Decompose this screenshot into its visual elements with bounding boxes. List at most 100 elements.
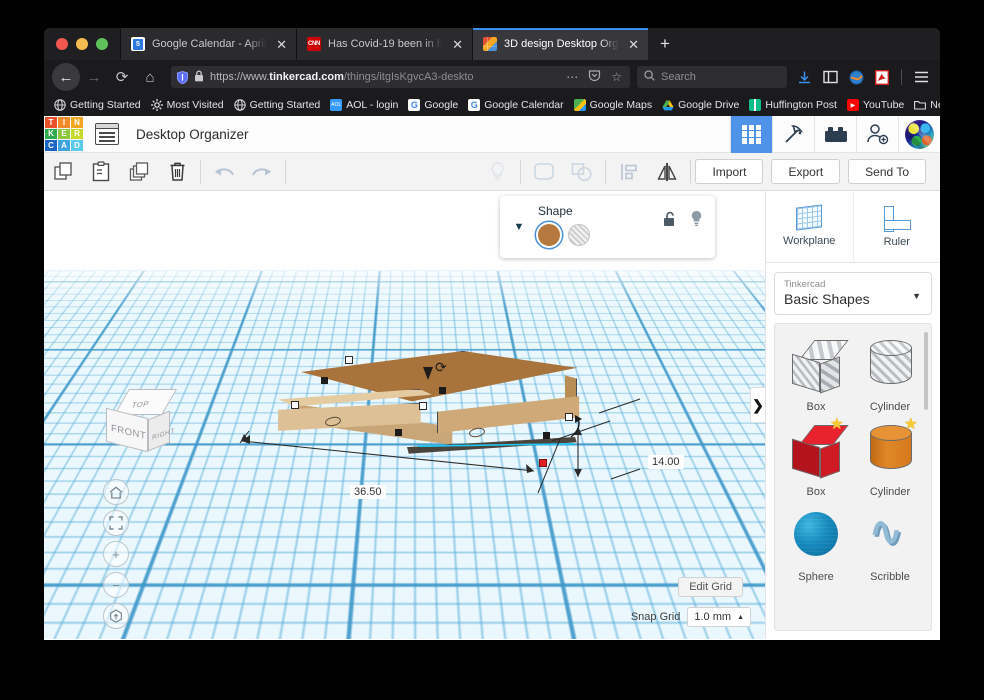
view-orientation-cube[interactable]: TOP FRONT RIGHT (106, 389, 178, 453)
ungroup-icon[interactable] (563, 153, 601, 191)
bookmark-google-maps[interactable]: Google Maps (569, 99, 657, 111)
bookmark-google[interactable]: G Google (403, 99, 463, 111)
browser-tab-tinkercad[interactable]: 3D design Desktop Organizer | ✕ (472, 28, 648, 60)
new-tab-button[interactable]: + (648, 28, 682, 60)
hole-swatch[interactable] (568, 224, 590, 246)
orthographic-perspective-toggle-icon[interactable] (103, 603, 129, 629)
shape-library-selector[interactable]: Tinkercad Basic Shapes ▼ (774, 272, 932, 315)
close-tab-button[interactable]: ✕ (626, 38, 641, 51)
bookmark-google-calendar[interactable]: G Google Calendar (463, 99, 568, 111)
page-actions-more-icon[interactable]: ⋯ (564, 70, 580, 84)
send-to-button[interactable]: Send To (848, 159, 926, 184)
sphere-thumbnail (786, 504, 846, 566)
bookmark-star-icon[interactable]: ☆ (609, 70, 624, 84)
browser-tab-google-calendar[interactable]: Google Calendar - April 2020 ✕ (120, 28, 296, 60)
rotate-handle-top[interactable]: ⟳ (435, 359, 447, 376)
collapse-sidebar-button[interactable]: ❯ (750, 387, 765, 423)
length-dimension-label[interactable]: 36.50 (350, 485, 386, 499)
reload-button[interactable]: ⟳ (108, 63, 136, 91)
corner-marker[interactable] (395, 429, 402, 436)
maximize-window-button[interactable] (96, 38, 108, 50)
grid-3d-designs-icon[interactable] (730, 115, 772, 153)
light-bulb-icon[interactable] (690, 210, 703, 232)
scale-handle[interactable] (419, 402, 427, 410)
corner-marker[interactable] (321, 377, 328, 384)
edit-grid-button[interactable]: Edit Grid (678, 577, 743, 597)
lego-brick-icon[interactable] (814, 115, 856, 153)
bookmark-youtube[interactable]: ▶ YouTube (842, 99, 909, 111)
close-tab-button[interactable]: ✕ (274, 38, 289, 51)
download-icon[interactable] (793, 66, 815, 88)
zoom-out-icon[interactable]: − (103, 572, 129, 598)
shape-item-box-hole[interactable]: Box (779, 334, 853, 413)
corner-marker[interactable] (439, 387, 446, 394)
fit-to-view-icon[interactable] (103, 510, 129, 536)
close-tab-button[interactable]: ✕ (450, 38, 465, 51)
home-button[interactable]: ⌂ (136, 63, 164, 91)
duplicate-icon[interactable] (120, 153, 158, 191)
scale-handle[interactable] (345, 356, 353, 364)
mirror-flip-icon[interactable] (648, 153, 686, 191)
export-button[interactable]: Export (771, 159, 841, 184)
corner-marker[interactable] (543, 432, 550, 439)
solid-swatch[interactable] (538, 224, 560, 246)
group-icon[interactable] (525, 153, 563, 191)
snap-grid-select[interactable]: 1.0 mm ▲ (687, 607, 751, 627)
width-dimension-label[interactable]: 14.00 (648, 455, 684, 469)
back-button[interactable]: ← (52, 63, 80, 91)
zoom-in-icon[interactable]: + (103, 541, 129, 567)
shape-item-sphere[interactable]: Sphere (779, 504, 853, 583)
shape-label: Sphere (798, 571, 834, 583)
shape-item-cylinder-hole[interactable]: Cylinder (853, 334, 927, 413)
bookmark-google-drive[interactable]: Google Drive (657, 99, 744, 111)
address-bar[interactable]: https://www.tinkercad.com/things/itgIsKg… (171, 66, 630, 88)
minimize-window-button[interactable] (76, 38, 88, 50)
bookmark-huffington-post[interactable]: Huffington Post (744, 99, 842, 111)
desktop-organizer-model[interactable]: ⟳ (277, 351, 587, 501)
browser-right-tools (787, 66, 932, 88)
toolbar-divider (200, 159, 201, 184)
active-scale-handle[interactable] (539, 459, 547, 467)
delete-trash-icon[interactable] (158, 153, 196, 191)
undo-button[interactable] (205, 153, 243, 191)
copy-icon[interactable] (44, 153, 82, 191)
bookmark-getting-started-1[interactable]: Getting Started (49, 99, 146, 111)
sidebar-item-ruler[interactable]: Ruler (854, 191, 941, 262)
redo-button[interactable] (243, 153, 281, 191)
shape-palette[interactable]: Box Cylinder ★ Box ★ Cylinder Sphere ∿ S… (774, 323, 932, 631)
invite-user-icon[interactable] (856, 115, 898, 153)
align-icon[interactable] (610, 153, 648, 191)
shape-palette-scrollbar[interactable] (924, 332, 928, 410)
shape-item-box-solid[interactable]: ★ Box (779, 417, 853, 498)
scale-handle[interactable] (565, 413, 573, 421)
bookmark-most-visited[interactable]: Most Visited (146, 99, 229, 111)
firefox-account-icon[interactable] (845, 66, 867, 88)
unlock-icon[interactable] (663, 211, 677, 232)
library-icon[interactable] (819, 66, 841, 88)
extrude-up-handle[interactable] (423, 367, 433, 380)
user-avatar-button[interactable] (898, 115, 940, 153)
import-button[interactable]: Import (695, 159, 764, 184)
hamburger-menu-icon[interactable] (910, 66, 932, 88)
inspector-collapse-caret[interactable]: ▼ (500, 196, 538, 258)
paste-icon[interactable] (82, 153, 120, 191)
bookmark-folder-news[interactable]: News (909, 99, 940, 111)
project-menu-icon[interactable] (95, 123, 119, 145)
scale-handle[interactable] (291, 401, 299, 409)
bookmark-getting-started-2[interactable]: Getting Started (229, 99, 326, 111)
sidebar-item-workplane[interactable]: Workplane (766, 191, 854, 262)
forward-button[interactable]: → (80, 63, 108, 91)
tinkercad-logo[interactable]: T I N K E R C A D (45, 117, 83, 151)
pocket-icon[interactable] (586, 69, 603, 85)
close-window-button[interactable] (56, 38, 68, 50)
home-view-icon[interactable] (103, 479, 129, 505)
browser-tab-cnn[interactable]: CNN Has Covid-19 been in humans f ✕ (296, 28, 472, 60)
shape-item-cylinder-solid[interactable]: ★ Cylinder (853, 417, 927, 499)
search-bar[interactable]: Search (637, 66, 787, 88)
bookmark-aol-login[interactable]: AOL AOL - login (325, 99, 403, 111)
shape-item-scribble[interactable]: ∿ Scribble (853, 504, 927, 583)
tracking-shield-icon[interactable] (177, 70, 188, 84)
design-canvas[interactable]: TOP FRONT RIGHT + − ⟳ 36.50 14.00 ▼ Shap… (44, 191, 765, 639)
minecraft-pickaxe-icon[interactable] (772, 115, 814, 153)
pdf-icon[interactable] (871, 66, 893, 88)
